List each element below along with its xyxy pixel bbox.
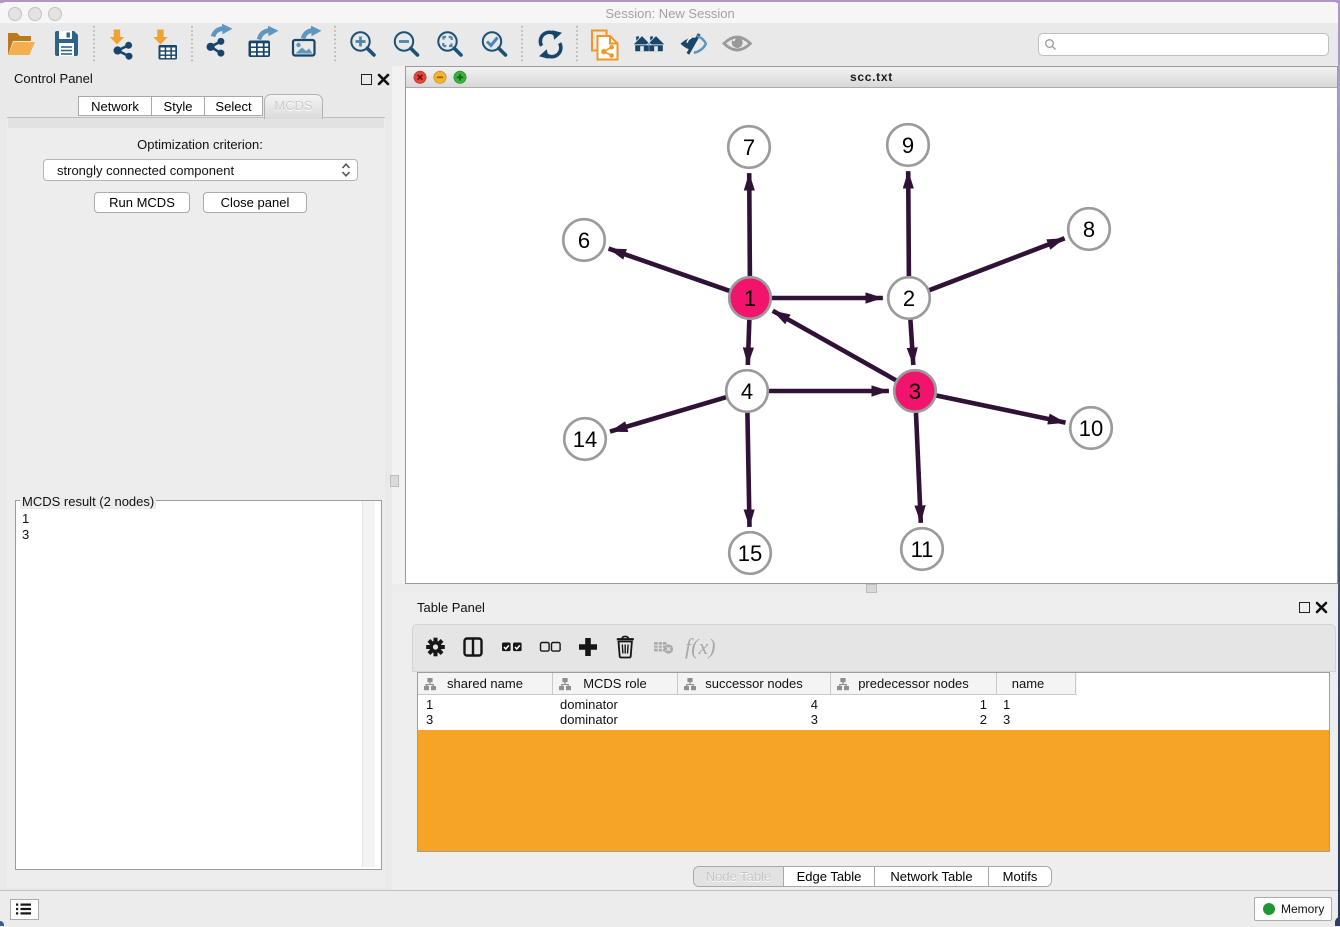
svg-text:3: 3: [909, 379, 921, 404]
svg-text:14: 14: [573, 427, 597, 452]
svg-text:8: 8: [1083, 217, 1095, 242]
svg-text:1: 1: [744, 286, 756, 311]
svg-text:f(x): f(x): [685, 634, 716, 659]
svg-text:6: 6: [578, 228, 590, 253]
svg-text:15: 15: [738, 541, 762, 566]
svg-text:10: 10: [1079, 416, 1103, 441]
svg-text:11: 11: [911, 537, 934, 562]
svg-text:2: 2: [903, 286, 915, 311]
svg-text:9: 9: [902, 133, 914, 158]
svg-text:7: 7: [743, 135, 755, 160]
svg-text:4: 4: [741, 379, 753, 404]
